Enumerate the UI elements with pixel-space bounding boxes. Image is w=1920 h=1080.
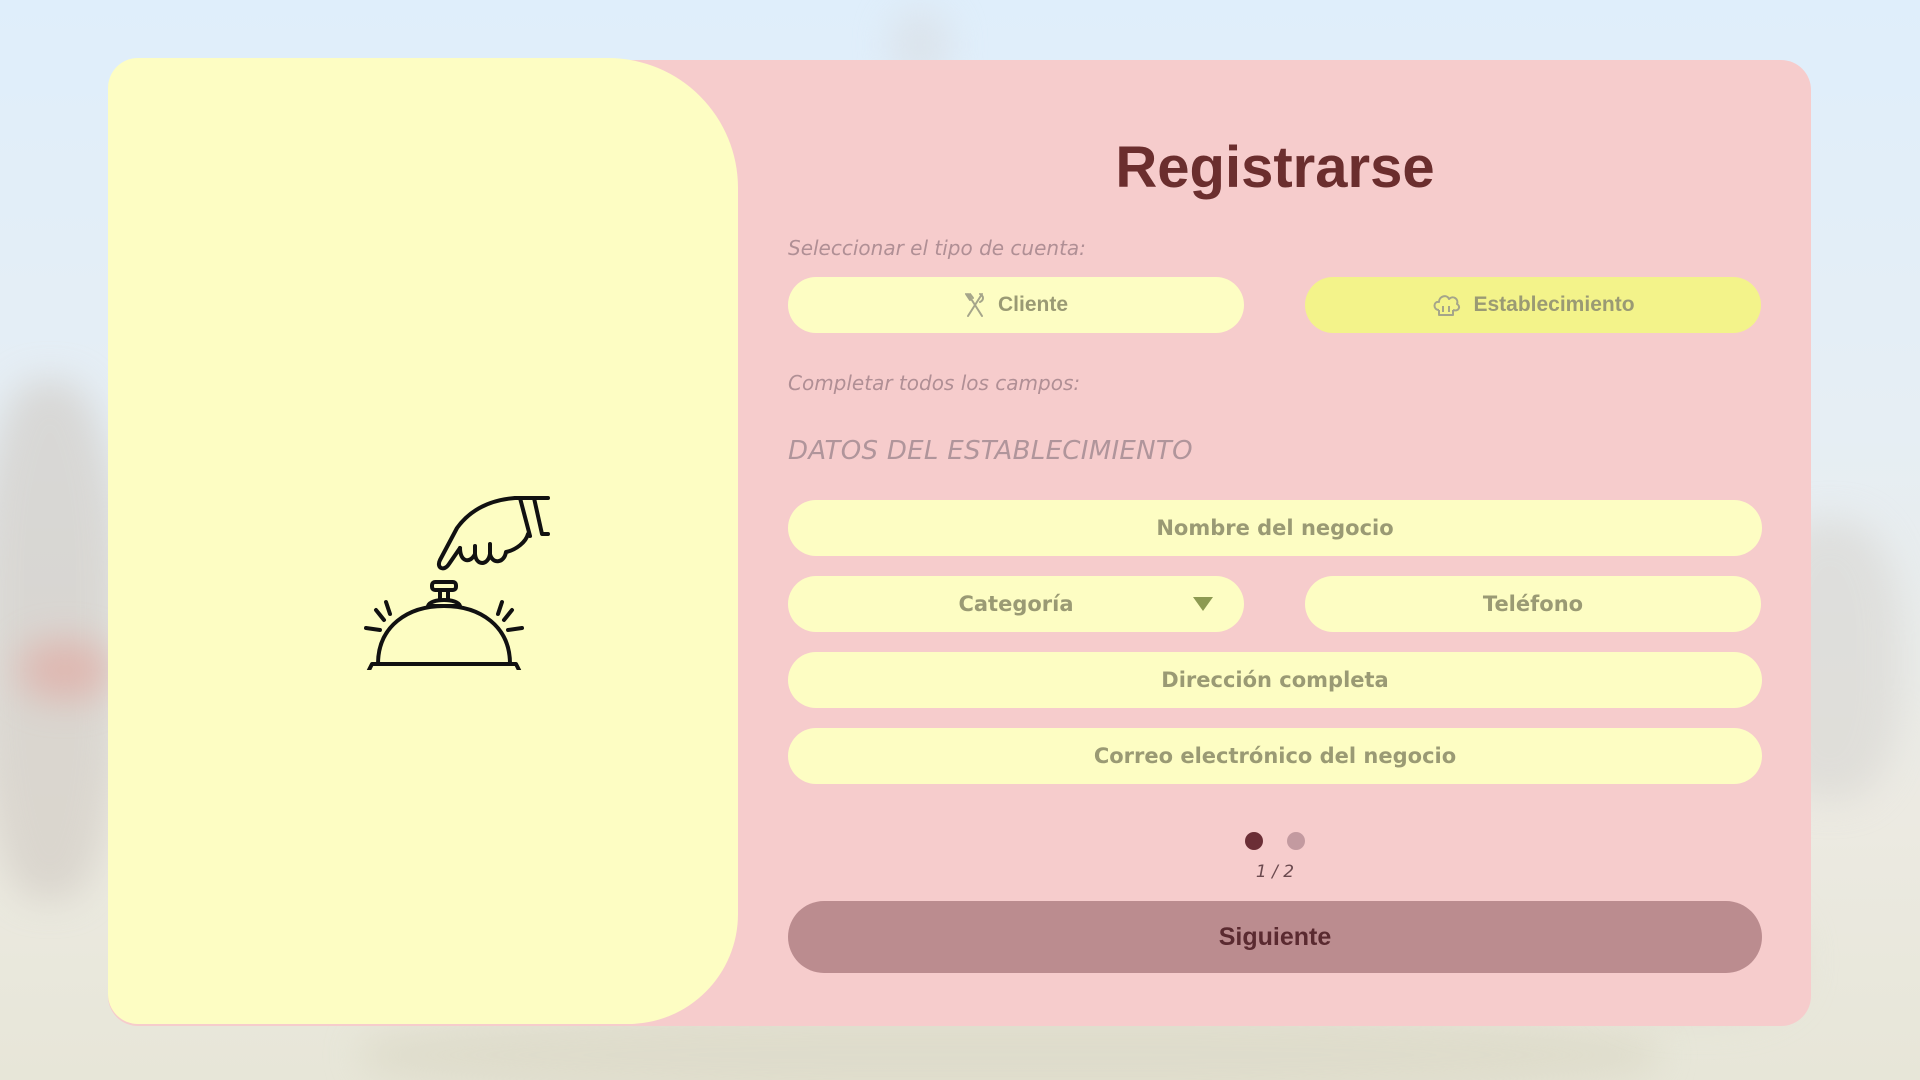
illustration-panel (108, 58, 738, 1024)
business-name-placeholder: Nombre del negocio (1156, 516, 1394, 540)
next-button[interactable]: Siguiente (788, 901, 1762, 973)
account-type-establecimiento-button[interactable]: Establecimiento (1305, 277, 1761, 333)
pagination-dot-2[interactable] (1287, 832, 1305, 850)
service-bell-icon (364, 496, 550, 670)
account-type-cliente-button[interactable]: Cliente (788, 277, 1244, 333)
business-name-input[interactable]: Nombre del negocio (788, 500, 1762, 556)
phone-placeholder: Teléfono (1482, 592, 1584, 616)
pagination-dot-1[interactable] (1245, 832, 1263, 850)
pagination-label: 1 / 2 (1255, 862, 1295, 882)
pagination-dots (788, 832, 1762, 850)
category-select[interactable]: Categoría (788, 576, 1244, 632)
chef-hat-icon (1433, 295, 1461, 316)
phone-input[interactable]: Teléfono (1305, 576, 1761, 632)
register-card: Registrarse Seleccionar el tipo de cuent… (108, 58, 1811, 1026)
section-title: DATOS DEL ESTABLECIMIENTO (788, 436, 1193, 466)
account-type-label: Establecimiento (1473, 293, 1635, 316)
account-type-hint: Seleccionar el tipo de cuenta: (788, 236, 1086, 260)
account-type-label: Cliente (997, 293, 1068, 316)
page-title: Registrarse (1115, 135, 1435, 200)
category-placeholder: Categoría (958, 592, 1074, 616)
chevron-down-icon (1193, 597, 1213, 611)
address-placeholder: Dirección completa (1161, 668, 1389, 692)
utensils-icon (964, 293, 984, 317)
email-placeholder: Correo electrónico del negocio (1093, 744, 1457, 768)
address-input[interactable]: Dirección completa (788, 652, 1762, 708)
next-button-label: Siguiente (1218, 922, 1332, 951)
fields-hint: Completar todos los campos: (788, 371, 1081, 395)
register-form: Registrarse Seleccionar el tipo de cuent… (788, 60, 1762, 1026)
email-input[interactable]: Correo electrónico del negocio (788, 728, 1762, 784)
